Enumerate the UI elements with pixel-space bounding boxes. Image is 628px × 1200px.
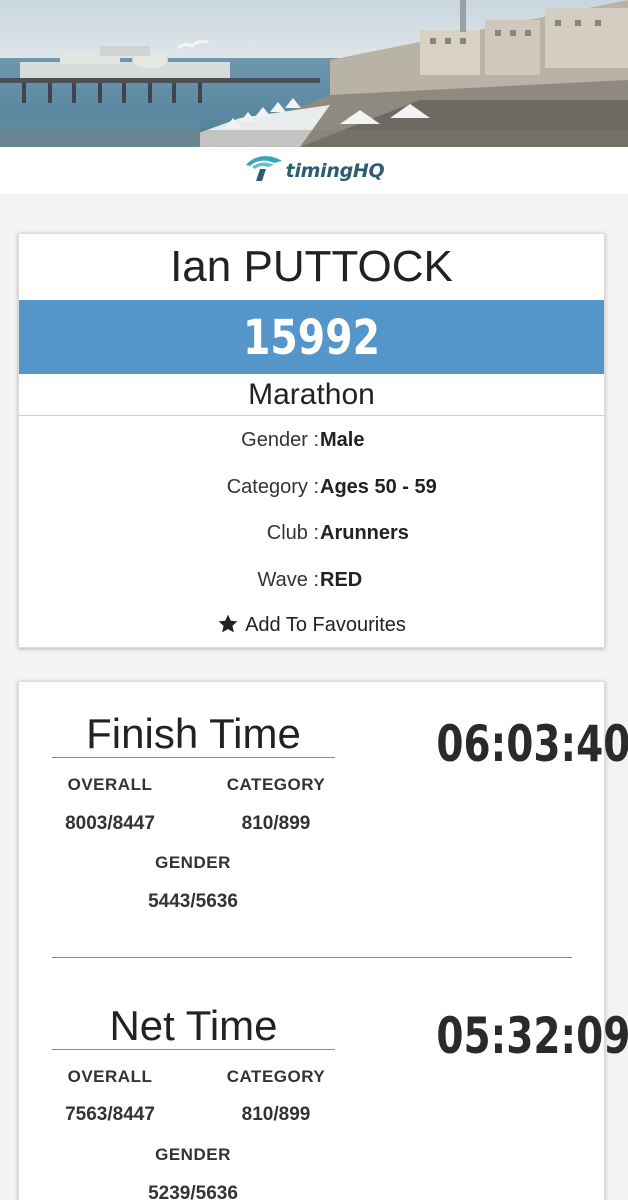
overall-rank: 7563/8447 xyxy=(65,1104,155,1125)
net-time-value: 05:32:09 xyxy=(409,1006,628,1066)
category-rank: 810/899 xyxy=(241,1104,311,1125)
detail-row-wave: Wave : RED xyxy=(19,565,604,595)
logo-strip: timingHQ xyxy=(0,147,628,194)
finish-time-digits: 06:03:40 xyxy=(436,715,628,773)
section-divider xyxy=(52,957,572,958)
detail-value: Ages 50 - 59 xyxy=(320,476,437,498)
finish-time-title: Finish Time xyxy=(52,710,335,758)
athlete-card: Ian PUTTOCK 15992 Marathon Gender : Male… xyxy=(18,233,605,648)
gender-rank: 5239/5636 xyxy=(148,1183,238,1200)
detail-value: Male xyxy=(320,429,365,451)
finish-time-value: 06:03:40 xyxy=(409,714,628,774)
overall-label: OVERALL xyxy=(67,775,153,794)
athlete-name: Ian PUTTOCK xyxy=(170,242,453,291)
detail-label: Club : xyxy=(266,522,319,544)
category-rank: 810/899 xyxy=(241,813,311,834)
bib-number-bar: 15992 xyxy=(19,300,604,374)
detail-row-club: Club : Arunners xyxy=(19,518,604,548)
gender-rank: 5443/5636 xyxy=(148,891,238,912)
bib-number: 15992 xyxy=(243,310,380,366)
logo-text: timingHQ xyxy=(285,159,385,182)
gender-label: GENDER xyxy=(155,853,231,872)
gender-label: GENDER xyxy=(155,1145,231,1164)
category-label: CATEGORY xyxy=(226,1067,326,1086)
results-card: Finish Time 06:03:40 OVERALL CATEGORY 80… xyxy=(18,681,628,1200)
detail-value: Arunners xyxy=(320,522,409,544)
detail-value: RED xyxy=(320,569,363,591)
race-name: Marathon xyxy=(19,374,604,416)
overall-label: OVERALL xyxy=(67,1067,153,1086)
logo-mark-icon xyxy=(244,151,284,190)
detail-label: Gender : xyxy=(241,429,319,451)
star-icon xyxy=(217,613,239,644)
overall-rank: 8003/8447 xyxy=(65,813,155,834)
favourites-label: Add To Favourites xyxy=(245,614,406,636)
add-to-favourites-button[interactable]: Add To Favourites xyxy=(19,610,604,644)
timinghq-logo[interactable]: timingHQ xyxy=(244,151,385,190)
category-label: CATEGORY xyxy=(226,775,326,794)
detail-row-gender: Gender : Male xyxy=(19,425,604,455)
detail-label: Category : xyxy=(226,476,319,498)
net-time-digits: 05:32:09 xyxy=(436,1007,628,1065)
detail-label: Wave : xyxy=(257,569,320,591)
hero-banner-image xyxy=(0,0,628,147)
detail-row-category: Category : Ages 50 - 59 xyxy=(19,472,604,502)
net-time-title: Net Time xyxy=(52,1002,335,1050)
